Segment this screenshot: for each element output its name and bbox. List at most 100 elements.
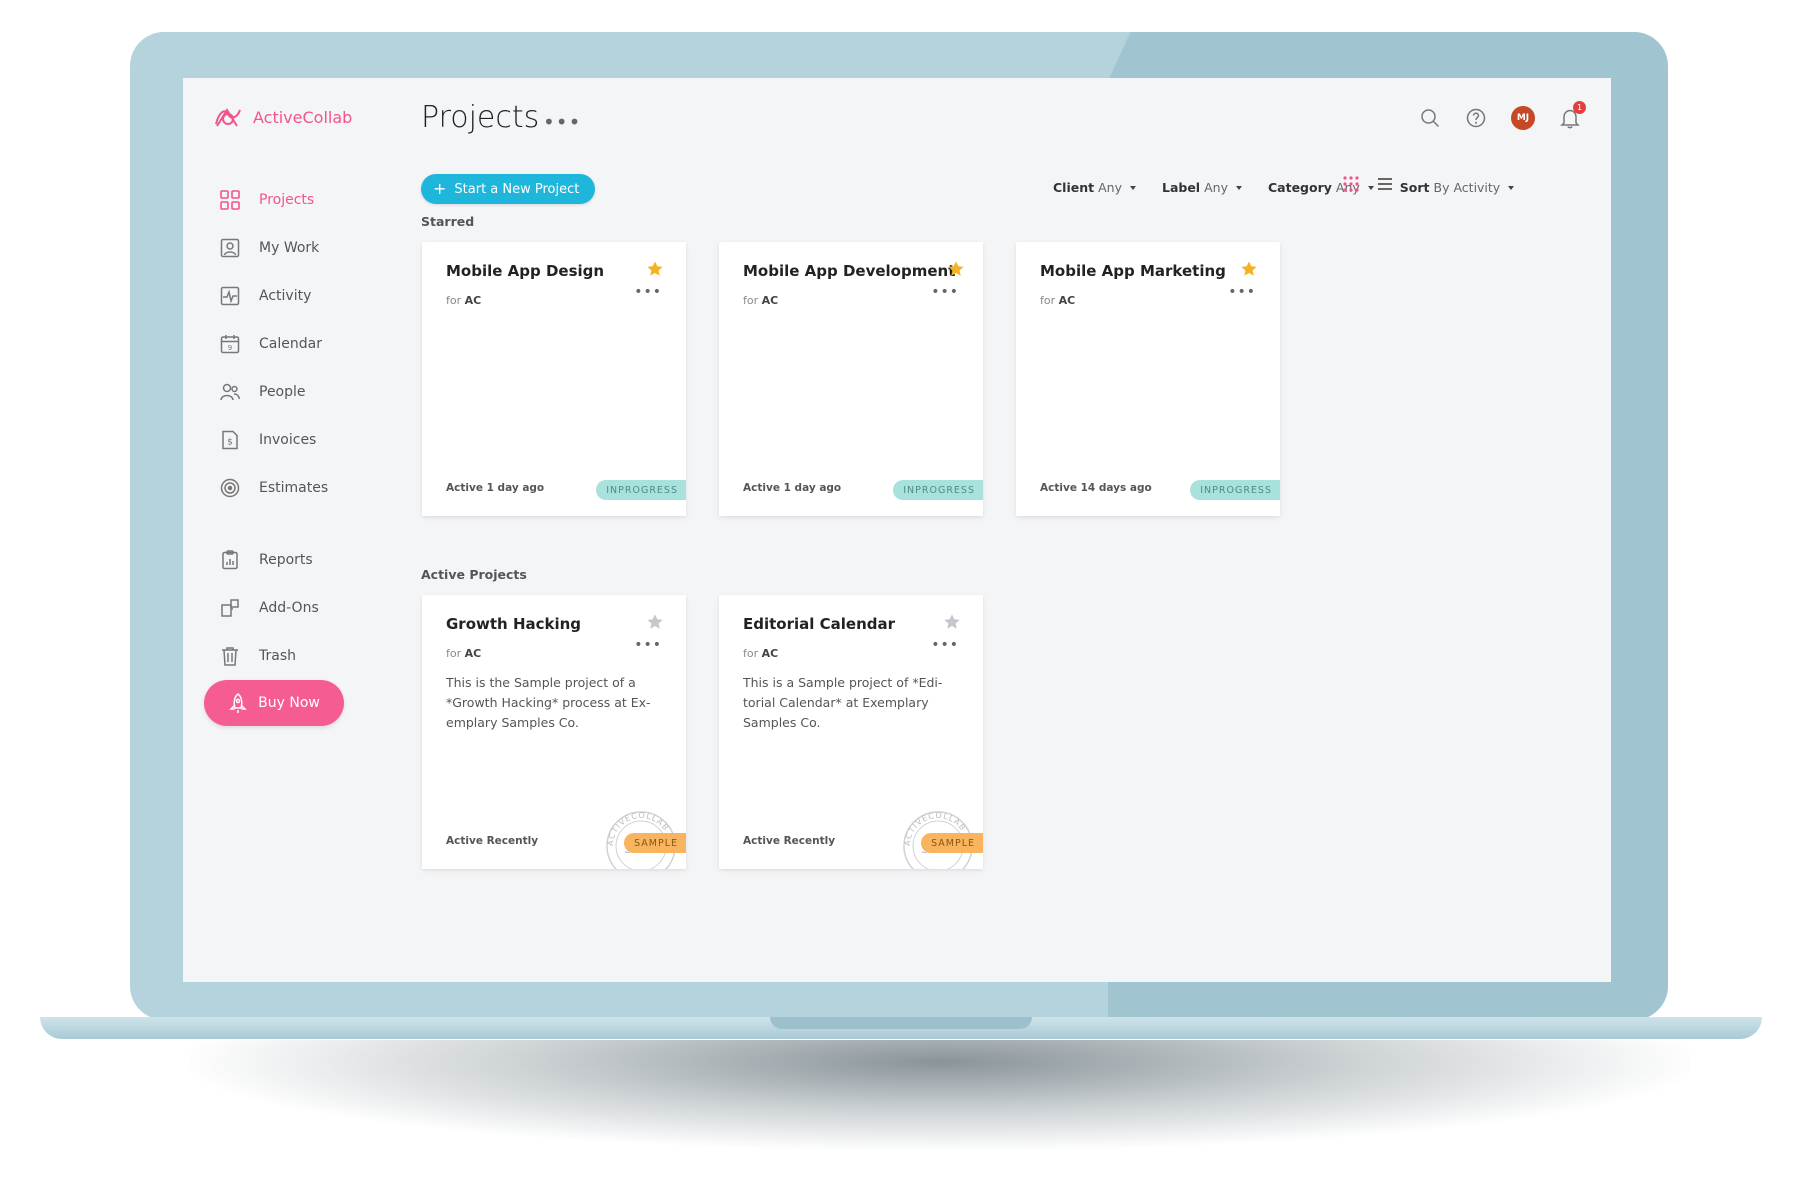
help-icon[interactable] (1465, 107, 1487, 129)
rocket-icon (229, 693, 247, 713)
add-ons-icon (221, 599, 239, 617)
people-icon (220, 383, 241, 401)
filter-value: Any (1098, 180, 1122, 195)
app-screen: ActiveCollab Projects My Work Activity 9… (183, 78, 1611, 982)
sidebar-item-people[interactable]: People (219, 368, 419, 416)
client-prefix: for (446, 294, 462, 307)
estimates-icon (220, 478, 240, 498)
sidebar-item-label: Invoices (259, 432, 317, 448)
sidebar-item-calendar[interactable]: 9 Calendar (219, 320, 419, 368)
activecollab-logo-icon (215, 108, 241, 127)
client-name: AC (761, 647, 779, 660)
sidebar-item-label: Activity (259, 288, 312, 304)
project-activity: Active 1 day ago (743, 482, 842, 494)
start-new-project-button[interactable]: + Start a New Project (421, 174, 596, 204)
project-client: for AC (743, 294, 778, 307)
status-badge: SAMPLE (624, 833, 686, 853)
more-options-button[interactable]: ••• (1228, 284, 1256, 300)
sidebar-nav: Projects My Work Activity 9 Calendar Peo… (219, 176, 419, 680)
more-options-button[interactable]: ••• (931, 637, 959, 653)
notification-badge: 1 (1573, 101, 1586, 114)
more-options-button[interactable]: ••• (634, 637, 662, 653)
project-card[interactable]: Mobile App Design ••• for AC Active 1 da… (422, 242, 686, 516)
sidebar-item-reports[interactable]: Reports (219, 536, 419, 584)
caret-down-icon (1508, 185, 1515, 190)
status-badge: INPROGRESS (1190, 480, 1280, 500)
trash-icon (222, 647, 238, 666)
filter-label: Category (1267, 180, 1332, 195)
filter-client[interactable]: Client Any (1053, 180, 1136, 195)
plus-icon: + (433, 179, 447, 198)
project-card[interactable]: Growth Hacking ••• for AC This is the Sa… (422, 595, 686, 869)
list-view-icon[interactable] (1375, 174, 1395, 194)
app-logo[interactable]: ActiveCollab (213, 104, 352, 130)
grid-view-icon[interactable] (1341, 174, 1361, 194)
reports-icon (222, 550, 238, 570)
caret-down-icon (1235, 185, 1242, 190)
project-card[interactable]: Mobile App Marketing ••• for AC Active 1… (1016, 242, 1280, 516)
filter-value: Any (1204, 180, 1228, 195)
view-toggle (1341, 174, 1395, 194)
caret-down-icon (1129, 185, 1136, 190)
filter-label: Client (1053, 180, 1095, 195)
activity-icon (220, 286, 240, 306)
section-active-label: Active Projects (421, 567, 527, 582)
section-starred-label: Starred (421, 214, 475, 229)
star-icon[interactable] (646, 260, 664, 278)
project-activity: Active 1 day ago (446, 482, 545, 494)
filter-label: Label (1161, 180, 1201, 195)
project-card[interactable]: Mobile App Development ••• for AC Active… (719, 242, 983, 516)
sidebar-item-estimates[interactable]: Estimates (219, 464, 419, 512)
sidebar-item-label: My Work (259, 240, 320, 256)
filter-sort[interactable]: Sort By Activity (1399, 180, 1515, 195)
notifications-button[interactable]: 1 (1559, 101, 1586, 129)
buy-now-label: Buy Now (258, 695, 320, 711)
sidebar-item-label: Estimates (259, 480, 329, 496)
calendar-icon: 9 (220, 335, 240, 354)
start-new-project-label: Start a New Project (454, 181, 580, 197)
sidebar-item-label: People (259, 384, 306, 400)
project-card[interactable]: Editorial Calendar ••• for AC This is a … (719, 595, 983, 869)
sidebar-item-invoices[interactable]: $ Invoices (219, 416, 419, 464)
top-bar-actions: MJ 1 (1419, 101, 1586, 130)
svg-text:$: $ (227, 438, 233, 448)
filter-label-dropdown[interactable]: Label Any (1162, 180, 1242, 195)
sidebar-item-projects[interactable]: Projects (219, 176, 419, 224)
star-icon[interactable] (1240, 260, 1258, 278)
client-prefix: for (743, 294, 759, 307)
project-client: for AC (1040, 294, 1075, 307)
client-name: AC (761, 294, 779, 307)
laptop-shadow (190, 1040, 1690, 1150)
project-activity: Active Recently (743, 835, 836, 847)
project-title: Editorial Calendar (743, 615, 896, 633)
sidebar-item-activity[interactable]: Activity (219, 272, 419, 320)
page-title: Projects (421, 100, 540, 135)
star-icon[interactable] (947, 260, 965, 278)
app-name: ActiveCollab (253, 107, 353, 127)
sidebar-item-trash[interactable]: Trash (219, 632, 419, 680)
sidebar-item-label: Reports (259, 552, 313, 568)
sidebar-item-add-ons[interactable]: Add-Ons (219, 584, 419, 632)
project-filters: Client Any Label Any Category Any Sort By Ac… (1053, 180, 1515, 195)
project-client: for AC (743, 647, 778, 660)
client-prefix: for (1040, 294, 1056, 307)
star-outline-icon[interactable] (943, 613, 961, 631)
client-name: AC (464, 294, 482, 307)
sidebar-item-label: Calendar (259, 336, 322, 352)
star-outline-icon[interactable] (646, 613, 664, 631)
search-icon[interactable] (1419, 107, 1441, 129)
more-options-button[interactable]: ••• (634, 284, 662, 300)
my-work-icon (220, 238, 240, 258)
project-description: This is a Sample project of *Edi-torial … (743, 675, 943, 730)
sidebar-item-label: Trash (259, 648, 296, 664)
project-title: Mobile App Marketing (1040, 262, 1226, 280)
filter-label: Sort (1399, 180, 1430, 195)
project-activity: Active Recently (446, 835, 539, 847)
status-badge: SAMPLE (921, 833, 983, 853)
user-avatar[interactable]: MJ (1511, 106, 1535, 130)
sidebar-item-my-work[interactable]: My Work (219, 224, 419, 272)
buy-now-button[interactable]: Buy Now (204, 680, 344, 726)
more-options-button[interactable]: ••• (931, 284, 959, 300)
page-options-button[interactable]: ••• (543, 110, 581, 134)
status-badge: INPROGRESS (893, 480, 983, 500)
